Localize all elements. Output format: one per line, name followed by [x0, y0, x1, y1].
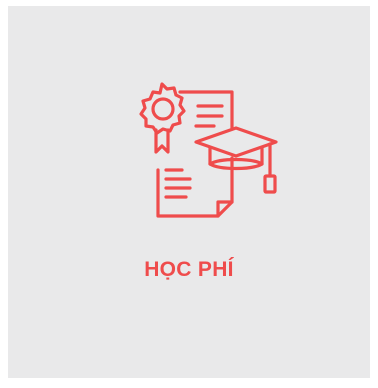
certificate-graduation-cap-icon [134, 78, 278, 224]
tile-label: HỌC PHÍ [144, 258, 234, 281]
tuition-tile[interactable]: HỌC PHÍ [8, 6, 370, 378]
